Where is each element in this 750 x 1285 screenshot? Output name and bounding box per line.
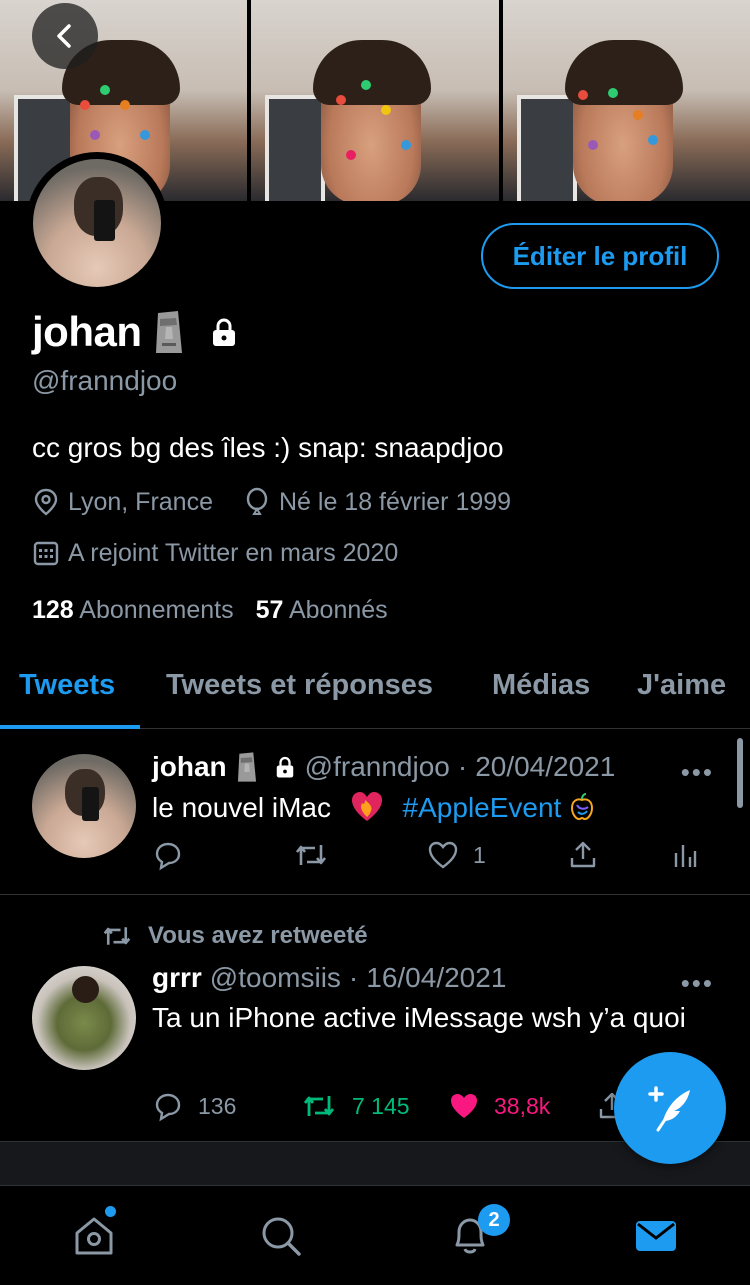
lock-icon	[212, 318, 235, 346]
tweet-separator: ·	[348, 962, 359, 993]
birthday-balloon-icon	[246, 487, 268, 515]
mail-icon	[636, 1221, 676, 1251]
like-count: 1	[473, 841, 486, 868]
tweet-author-handle[interactable]: @franndjoo	[305, 751, 450, 783]
heart-icon	[428, 841, 458, 869]
chevron-left-icon	[57, 24, 71, 48]
location-pin-icon	[34, 488, 58, 516]
like-count: 38,8k	[494, 1092, 551, 1119]
like-button[interactable]: 38,8k	[448, 1091, 596, 1121]
profile-handle: @franndjoo	[32, 365, 178, 396]
tab-tweets-and-replies[interactable]: Tweets et réponses	[166, 669, 433, 702]
banner-photo	[251, 0, 499, 201]
heart-on-fire-emoji-icon	[351, 792, 382, 821]
tweet-text: Ta un iPhone active iMessage wsh y’a quo…	[152, 1002, 686, 1033]
profile-avatar[interactable]	[26, 152, 168, 294]
tweet-avatar[interactable]	[32, 754, 136, 858]
share-button[interactable]	[567, 839, 672, 871]
scrollbar[interactable]	[737, 738, 743, 808]
banner-photo	[502, 0, 750, 201]
tweet-header: johan @franndjoo · 20/04/2021	[152, 751, 615, 783]
retweet-button[interactable]: 7 145	[300, 1090, 448, 1122]
following-label: Abonnements	[79, 596, 234, 624]
following-link[interactable]: 128 Abonnements	[32, 596, 234, 625]
analytics-icon	[674, 845, 697, 867]
display-name: johan	[32, 308, 142, 355]
retweet-icon	[303, 1096, 335, 1116]
tweet[interactable]: johan @franndjoo · 20/04/2021 ••• le nou…	[0, 729, 750, 895]
tweet-author-handle[interactable]: @toomsiis	[210, 962, 341, 994]
tweet-author-name[interactable]: johan	[152, 751, 227, 783]
retweet-icon	[295, 845, 327, 865]
analytics-button[interactable]	[672, 839, 698, 871]
search-icon	[262, 1217, 301, 1256]
retweet-button[interactable]	[292, 839, 427, 871]
profile-joined: A rejoint Twitter en mars 2020	[68, 538, 399, 567]
tweet-header: grrr @toomsiis · 16/04/2021	[152, 962, 506, 994]
like-button[interactable]: 1	[427, 840, 567, 870]
reply-button[interactable]	[152, 839, 292, 871]
more-options-icon[interactable]: •••	[681, 968, 714, 999]
tab-media[interactable]: Médias	[492, 669, 590, 702]
nav-home[interactable]	[64, 1206, 124, 1266]
heart-filled-icon	[451, 1094, 477, 1118]
tab-tweets[interactable]: Tweets	[19, 669, 115, 702]
notification-badge: 2	[478, 1204, 510, 1236]
reply-icon	[155, 1093, 181, 1122]
nav-search[interactable]	[251, 1206, 311, 1266]
tweet-text: le nouvel iMac #AppleEvent	[152, 789, 692, 827]
compose-feather-icon	[648, 1086, 690, 1132]
reply-button[interactable]: 136	[152, 1090, 300, 1122]
moai-emoji-icon	[237, 752, 256, 782]
tweet-date[interactable]: 20/04/2021	[475, 751, 615, 783]
reply-count: 136	[198, 1092, 237, 1119]
profile-tabs: Tweets Tweets et réponses Médias J'aime	[0, 655, 750, 729]
more-options-icon[interactable]: •••	[681, 757, 714, 788]
home-icon	[75, 1217, 113, 1255]
profile-birthday: Né le 18 février 1999	[278, 487, 512, 516]
tweet-separator: ·	[457, 751, 468, 782]
followers-link[interactable]: 57 Abonnés	[256, 596, 388, 625]
followers-count: 57	[255, 596, 284, 624]
tweet-body: le nouvel iMac	[152, 792, 331, 823]
profile-bio: cc gros bg des îles :) snap: snaapdjoo	[32, 432, 504, 463]
tweet-actions: 1	[152, 839, 712, 871]
back-button[interactable]	[32, 3, 98, 69]
tweet-avatar[interactable]	[32, 966, 136, 1070]
share-icon	[570, 841, 596, 868]
apple-event-emoji-icon	[571, 793, 594, 821]
tweet-date[interactable]: 16/04/2021	[366, 962, 506, 994]
home-unread-dot	[105, 1206, 116, 1217]
profile-meta-row: Lyon, France Né le 18 février 1999	[32, 487, 511, 517]
nav-messages[interactable]	[626, 1206, 686, 1266]
reply-icon	[155, 842, 181, 871]
moai-emoji-icon	[155, 311, 182, 353]
compose-tweet-button[interactable]	[614, 1052, 726, 1164]
lock-icon	[276, 756, 293, 778]
calendar-icon	[33, 541, 59, 566]
following-count: 128	[32, 596, 74, 624]
retweet-count: 7 145	[352, 1092, 410, 1119]
bottom-navigation	[0, 1186, 750, 1285]
profile-location: Lyon, France	[68, 487, 213, 516]
tab-likes[interactable]: J'aime	[637, 669, 726, 702]
profile-joined-row: A rejoint Twitter en mars 2020	[32, 538, 398, 568]
tweet-author-name[interactable]: grrr	[152, 962, 202, 994]
edit-profile-button[interactable]: Éditer le profil	[481, 223, 719, 289]
profile-name-row: johan	[32, 308, 240, 356]
followers-label: Abonnés	[288, 596, 388, 624]
follow-stats: 128 Abonnements 57 Abonnés	[32, 596, 388, 625]
hashtag-link[interactable]: #AppleEvent	[403, 792, 562, 823]
